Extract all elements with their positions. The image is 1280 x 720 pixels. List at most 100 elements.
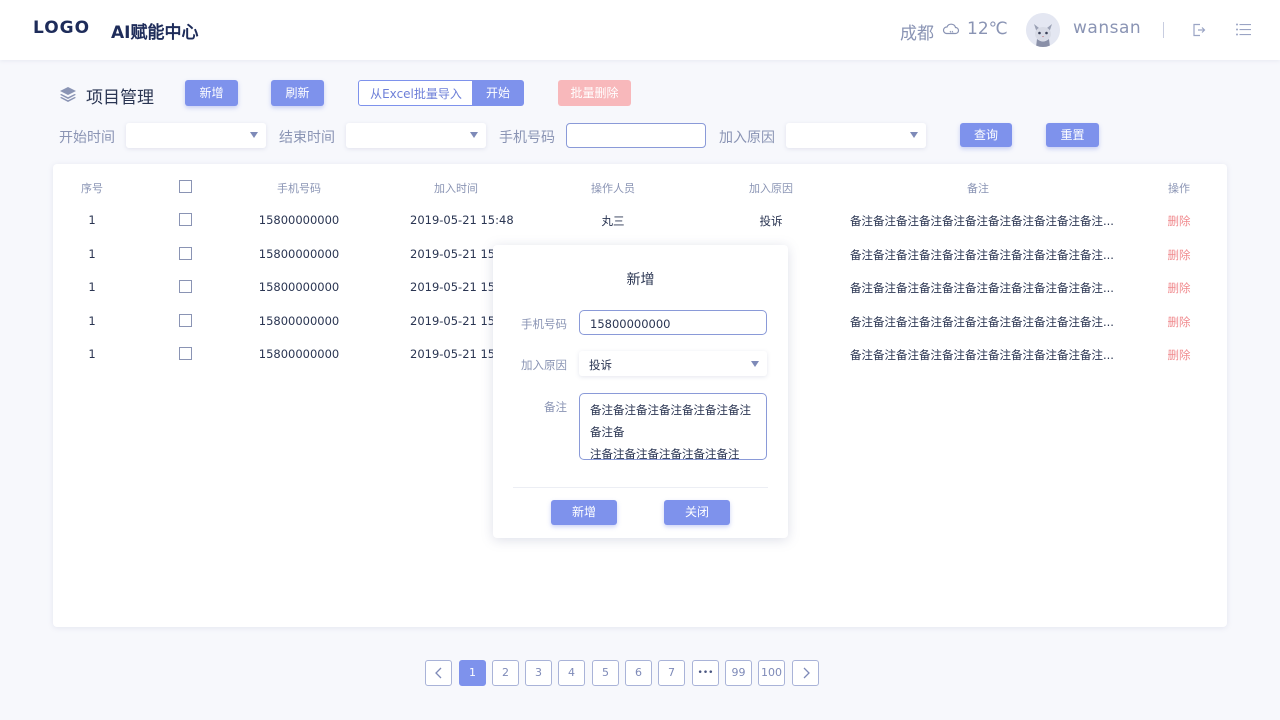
column-header-time: 加入时间 xyxy=(434,182,478,195)
dialog-close-button[interactable]: 关闭 xyxy=(664,500,730,525)
page-title: 项目管理 xyxy=(86,88,154,108)
cell-index: 1 xyxy=(88,280,96,294)
row-checkbox[interactable] xyxy=(179,280,192,293)
add-button[interactable]: 新增 xyxy=(185,80,238,106)
page-button-5[interactable]: 5 xyxy=(592,660,619,686)
page-button-3[interactable]: 3 xyxy=(525,660,552,686)
cell-note: 备注备注备注备注备注备注备注备注备注备注备注... xyxy=(850,315,1114,329)
delete-link[interactable]: 删除 xyxy=(1168,213,1191,229)
cell-time: 2019-05-21 15:4 xyxy=(410,314,507,328)
reset-button[interactable]: 重置 xyxy=(1046,123,1099,147)
dialog-title: 新增 xyxy=(626,272,655,288)
delete-link[interactable]: 删除 xyxy=(1168,314,1191,330)
menu-icon[interactable] xyxy=(1236,23,1251,36)
column-header-action: 操作 xyxy=(1168,182,1190,195)
cell-index: 1 xyxy=(88,213,96,227)
start-time-label: 开始时间 xyxy=(59,130,115,146)
page-button-2[interactable]: 2 xyxy=(492,660,519,686)
cell-operator: 丸三 xyxy=(601,214,625,228)
refresh-button[interactable]: 刷新 xyxy=(271,80,324,106)
dialog-note-textarea[interactable]: 备注备注备注备注备注备注备注备注备 注备注备注备注备注备注备注 xyxy=(579,393,767,461)
row-checkbox[interactable] xyxy=(179,314,192,327)
row-checkbox[interactable] xyxy=(179,347,192,360)
reason-filter-select[interactable] xyxy=(786,123,926,148)
cell-phone: 15800000000 xyxy=(258,280,340,294)
query-button[interactable]: 查询 xyxy=(960,123,1012,147)
cell-time: 2019-05-21 15:4 xyxy=(410,280,507,294)
add-dialog: 新增 手机号码 15800000000 加入原因 投诉 备注 备注备注备注备注备… xyxy=(493,245,788,538)
dialog-reason-select[interactable]: 投诉 xyxy=(579,351,767,376)
cell-phone: 15800000000 xyxy=(258,314,340,328)
header-divider xyxy=(1163,22,1164,38)
phone-filter-label: 手机号码 xyxy=(499,130,555,146)
cell-note: 备注备注备注备注备注备注备注备注备注备注备注... xyxy=(850,348,1114,362)
dialog-divider xyxy=(513,487,768,488)
weather-city: 成都 xyxy=(900,24,934,44)
row-checkbox[interactable] xyxy=(179,213,192,226)
chevron-down-icon xyxy=(751,361,759,367)
cell-time: 2019-05-21 15:4 xyxy=(410,347,507,361)
chevron-down-icon xyxy=(910,132,918,138)
start-time-select[interactable] xyxy=(126,123,266,148)
dialog-note-line: 注备注备注备注备注备注备注 xyxy=(590,447,740,461)
page-ellipsis[interactable]: ••• xyxy=(692,660,719,686)
cell-time: 2019-05-21 15:48 xyxy=(410,213,514,227)
page-button-4[interactable]: 4 xyxy=(558,660,585,686)
dialog-note-label: 备注 xyxy=(544,400,567,414)
cell-note: 备注备注备注备注备注备注备注备注备注备注备注... xyxy=(850,281,1114,295)
cell-note: 备注备注备注备注备注备注备注备注备注备注备注... xyxy=(850,214,1114,228)
batch-delete-button[interactable]: 批量删除 xyxy=(558,80,631,106)
page-button-99[interactable]: 99 xyxy=(725,660,752,686)
row-checkbox[interactable] xyxy=(179,247,192,260)
phone-filter-input[interactable] xyxy=(566,123,706,148)
username[interactable]: wansan xyxy=(1073,18,1141,38)
dialog-phone-input[interactable]: 15800000000 xyxy=(579,310,767,335)
top-header: LOGO AI赋能中心 成都 12℃ wansan xyxy=(0,0,1280,60)
cell-phone: 15800000000 xyxy=(258,247,340,261)
import-excel-button[interactable]: 从Excel批量导入 xyxy=(358,80,474,106)
dialog-note-line: 备注备注备注备注备注备注备注备注备 xyxy=(590,403,751,439)
weather-temperature: 12℃ xyxy=(967,19,1008,39)
select-all-checkbox[interactable] xyxy=(179,180,192,193)
column-header-index: 序号 xyxy=(81,182,103,195)
dialog-phone-label: 手机号码 xyxy=(521,317,567,331)
end-time-label: 结束时间 xyxy=(279,130,335,146)
cell-phone: 15800000000 xyxy=(258,347,340,361)
cell-note: 备注备注备注备注备注备注备注备注备注备注备注... xyxy=(850,248,1114,262)
chevron-down-icon xyxy=(250,132,258,138)
cell-time: 2019-05-21 15:4 xyxy=(410,247,507,261)
start-import-button[interactable]: 开始 xyxy=(472,80,524,106)
column-header-operator: 操作人员 xyxy=(591,182,635,195)
dialog-reason-label: 加入原因 xyxy=(521,358,567,372)
logo[interactable]: LOGO xyxy=(33,18,90,38)
avatar[interactable] xyxy=(1026,13,1060,47)
dialog-reason-value: 投诉 xyxy=(589,358,612,372)
column-header-reason: 加入原因 xyxy=(749,182,793,195)
delete-link[interactable]: 删除 xyxy=(1168,280,1191,296)
next-page-button[interactable] xyxy=(792,660,819,686)
dialog-confirm-button[interactable]: 新增 xyxy=(551,500,617,525)
prev-page-button[interactable] xyxy=(425,660,452,686)
app-title: AI赋能中心 xyxy=(111,23,199,43)
cat-avatar-icon xyxy=(1026,13,1060,47)
column-header-phone: 手机号码 xyxy=(277,182,321,195)
reason-filter-label: 加入原因 xyxy=(719,130,775,146)
cell-phone: 15800000000 xyxy=(258,213,340,227)
cell-index: 1 xyxy=(88,247,96,261)
cloud-icon xyxy=(942,23,960,35)
cell-index: 1 xyxy=(88,347,96,361)
column-header-note: 备注 xyxy=(967,182,989,195)
end-time-select[interactable] xyxy=(346,123,486,148)
cell-index: 1 xyxy=(88,314,96,328)
chevron-right-icon xyxy=(803,667,810,679)
delete-link[interactable]: 删除 xyxy=(1168,347,1191,363)
layers-icon xyxy=(60,87,76,102)
logout-icon[interactable] xyxy=(1192,23,1206,37)
page-button-7[interactable]: 7 xyxy=(658,660,685,686)
page-button-1[interactable]: 1 xyxy=(459,660,486,686)
chevron-left-icon xyxy=(434,667,441,679)
chevron-down-icon xyxy=(470,132,478,138)
delete-link[interactable]: 删除 xyxy=(1168,247,1191,263)
page-button-100[interactable]: 100 xyxy=(758,660,785,686)
page-button-6[interactable]: 6 xyxy=(625,660,652,686)
